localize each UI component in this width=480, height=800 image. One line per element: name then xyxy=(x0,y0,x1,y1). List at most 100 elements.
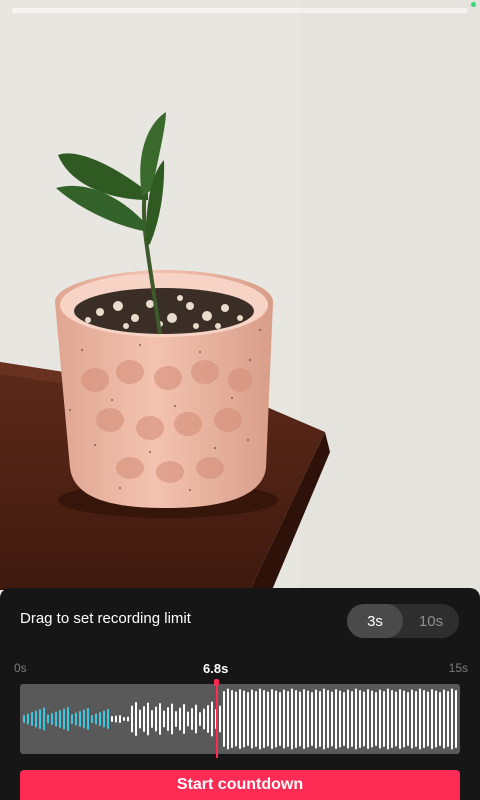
timeline-end-label: 15s xyxy=(448,661,468,675)
audio-waveform[interactable] xyxy=(20,684,460,754)
toggle-option-3s[interactable]: 3s xyxy=(347,604,403,638)
waveform-bar xyxy=(51,713,53,725)
waveform-bar xyxy=(191,708,193,730)
waveform-bar xyxy=(39,709,41,729)
waveform-bar xyxy=(263,690,265,748)
waveform-bar xyxy=(119,715,121,723)
waveform-bar xyxy=(323,688,325,750)
waveform-bar xyxy=(371,690,373,748)
waveform-bar xyxy=(355,688,357,750)
waveform-bar xyxy=(147,702,149,736)
waveform-bar xyxy=(307,690,309,748)
timeline-current-label: 6.8s xyxy=(203,661,229,676)
waveform-bar xyxy=(379,689,381,749)
waveform-bar xyxy=(179,707,181,731)
waveform-bar xyxy=(451,688,453,750)
waveform-bar xyxy=(351,691,353,747)
waveform-bar xyxy=(311,692,313,746)
waveform-bar xyxy=(103,710,105,728)
waveform-bar xyxy=(35,710,37,728)
waveform-bar xyxy=(135,702,137,736)
waveform-bar xyxy=(63,708,65,730)
waveform-bar xyxy=(155,706,157,732)
waveform-bar xyxy=(67,707,69,731)
waveform-bar xyxy=(295,690,297,748)
waveform-bar xyxy=(127,716,129,722)
waveform-bar xyxy=(367,689,369,749)
waveform-bar xyxy=(271,689,273,749)
waveform-bar xyxy=(159,703,161,735)
waveform-bar xyxy=(171,703,173,735)
waveform-bar xyxy=(411,689,413,749)
waveform-bar xyxy=(187,711,189,727)
waveform-bar xyxy=(455,690,457,748)
start-countdown-button[interactable]: Start countdown xyxy=(20,770,460,800)
waveform-bar xyxy=(335,689,337,749)
waveform-bar xyxy=(195,704,197,734)
waveform-bar xyxy=(71,714,73,724)
waveform-bars xyxy=(23,688,457,750)
waveform-bar xyxy=(359,690,361,748)
waveform-bar xyxy=(319,691,321,747)
waveform-bar xyxy=(83,709,85,729)
waveform-bar xyxy=(375,692,377,746)
waveform-bar xyxy=(339,690,341,748)
waveform-bar xyxy=(199,712,201,726)
waveform-bar xyxy=(447,691,449,747)
waveform-bar xyxy=(31,712,33,726)
waveform-bar xyxy=(111,716,113,722)
waveform-bar xyxy=(23,715,25,723)
waveform-bar xyxy=(95,713,97,725)
status-dot-icon xyxy=(471,2,476,7)
waveform-bar xyxy=(203,708,205,730)
waveform-bar xyxy=(227,688,229,750)
waveform-bar xyxy=(123,717,125,721)
waveform-bar xyxy=(315,689,317,749)
waveform-bar xyxy=(107,709,109,729)
waveform-bar xyxy=(79,711,81,727)
countdown-toggle[interactable]: 3s 10s xyxy=(347,604,459,638)
recording-progress-bar xyxy=(12,8,468,13)
waveform-bar xyxy=(403,690,405,748)
recording-limit-handle[interactable] xyxy=(214,679,219,759)
waveform-bar xyxy=(343,692,345,746)
waveform-bar xyxy=(383,691,385,747)
panel-title: Drag to set recording limit xyxy=(20,610,191,627)
waveform-bar xyxy=(247,692,249,746)
waveform-bar xyxy=(415,691,417,747)
toggle-option-10s[interactable]: 10s xyxy=(403,604,459,638)
waveform-bar xyxy=(235,691,237,747)
waveform-bar xyxy=(267,691,269,747)
waveform-bar xyxy=(211,701,213,737)
waveform-bar xyxy=(175,711,177,727)
waveform-bar xyxy=(387,688,389,750)
waveform-bar xyxy=(407,692,409,746)
waveform-bar xyxy=(299,691,301,747)
waveform-bar xyxy=(331,691,333,747)
waveform-bar xyxy=(219,705,221,733)
waveform-bar xyxy=(231,690,233,748)
waveform-bar xyxy=(303,689,305,749)
waveform-bar xyxy=(419,688,421,750)
waveform-bar xyxy=(27,713,29,725)
waveform-bar xyxy=(223,691,225,747)
waveform-bar xyxy=(87,708,89,730)
waveform-bar xyxy=(435,690,437,748)
waveform-bar xyxy=(291,688,293,750)
waveform-bar xyxy=(47,714,49,724)
waveform-bar xyxy=(431,689,433,749)
waveform-bar xyxy=(439,692,441,746)
limit-handle-line xyxy=(215,682,218,758)
waveform-bar xyxy=(391,690,393,748)
waveform-bar xyxy=(59,710,61,728)
waveform-bar xyxy=(427,691,429,747)
waveform-bar xyxy=(139,709,141,729)
waveform-bar xyxy=(243,690,245,748)
waveform-bar xyxy=(163,710,165,728)
waveform-bar xyxy=(275,690,277,748)
waveform-bar xyxy=(279,692,281,746)
waveform-bar xyxy=(423,690,425,748)
waveform-bar xyxy=(255,691,257,747)
waveform-bar xyxy=(283,689,285,749)
waveform-bar xyxy=(151,710,153,728)
